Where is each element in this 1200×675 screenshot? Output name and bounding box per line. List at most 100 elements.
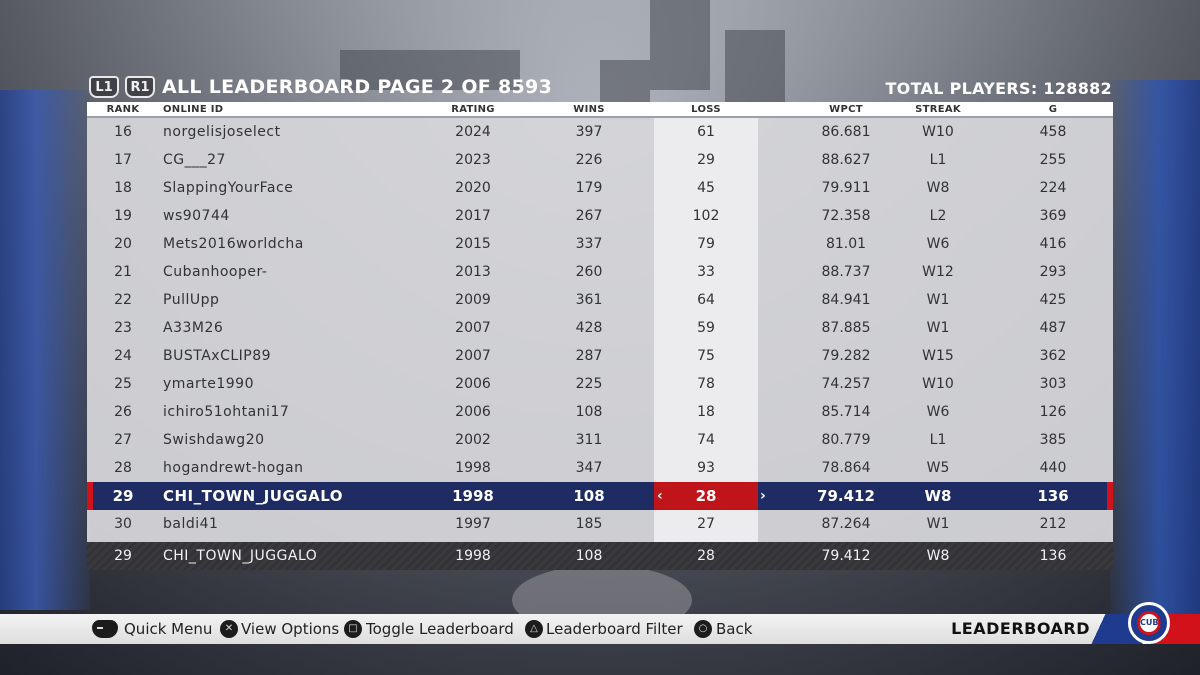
table-row[interactable]: 28 hogandrewt-hogan 1998 347 93 78.864 W5 440: [87, 454, 1113, 482]
cubs-logo-icon: CUBS: [1128, 602, 1170, 644]
cell-streak: W5: [926, 460, 950, 476]
table-row[interactable]: 17 CG___27 2023 226 29 88.627 L1 255: [87, 146, 1113, 174]
quick-menu-prompt[interactable]: Quick Menu: [124, 614, 212, 644]
cell-wins: 226: [575, 152, 603, 168]
cell-games: 425: [1039, 292, 1067, 308]
table-row[interactable]: 24 BUSTAxCLIP89 2007 287 75 79.282 W15 362: [87, 342, 1113, 370]
cell-streak: L2: [929, 208, 947, 224]
table-row[interactable]: 21 Cubanhooper- 2013 260 33 88.737 W12 293: [87, 258, 1113, 286]
cell-loss: 28: [695, 487, 717, 505]
cell-online-id: Swishdawg20: [163, 432, 265, 448]
column-header-streak: STREAK: [915, 104, 961, 115]
gamepad-icon: [92, 620, 118, 638]
cell-rating: 2020: [455, 180, 491, 196]
r1-button[interactable]: R1: [125, 76, 155, 98]
cell-streak: W1: [926, 516, 950, 532]
cell-online-id: norgelisjoselect: [163, 124, 281, 140]
table-row[interactable]: 19 ws90744 2017 267 102 72.358 L2 369: [87, 202, 1113, 230]
selected-table-row[interactable]: ‹ › 29 CHI_TOWN_JUGGALO 1998 108 28 79.412 W8 136: [87, 482, 1113, 510]
my-wins: 108: [575, 548, 603, 564]
table-row[interactable]: 18 SlappingYourFace 2020 179 45 79.911 W8 224: [87, 174, 1113, 202]
cell-rating: 2017: [455, 208, 491, 224]
cell-online-id: Cubanhooper-: [163, 264, 268, 280]
table-row[interactable]: 27 Swishdawg20 2002 311 74 80.779 L1 385: [87, 426, 1113, 454]
cell-games: 369: [1039, 208, 1067, 224]
table-row[interactable]: 23 A33M26 2007 428 59 87.885 W1 487: [87, 314, 1113, 342]
cell-wpct: 88.627: [821, 152, 871, 168]
cell-games: 136: [1037, 487, 1069, 505]
cell-wpct: 81.01: [825, 236, 867, 252]
screen-label: LEADERBOARD: [951, 619, 1090, 638]
cell-wpct: 74.257: [821, 376, 871, 392]
cell-streak: W10: [922, 376, 954, 392]
my-loss: 28: [697, 548, 715, 564]
cell-loss: 27: [697, 516, 715, 532]
cell-loss: 79: [697, 236, 715, 252]
cell-rating: 2007: [455, 320, 491, 336]
cell-rank: 28: [114, 460, 132, 476]
cell-rating: 2006: [455, 404, 491, 420]
my-games: 136: [1039, 548, 1067, 564]
cell-games: 224: [1039, 180, 1067, 196]
cell-streak: W6: [926, 236, 950, 252]
l1-button[interactable]: L1: [89, 76, 119, 98]
cell-games: 212: [1039, 516, 1067, 532]
my-rank-row: 29 CHI_TOWN_JUGGALO 1998 108 28 79.412 W…: [87, 542, 1113, 570]
my-streak: W8: [926, 548, 950, 564]
crowd-left: [0, 90, 90, 610]
table-row[interactable]: 30 baldi41 1997 185 27 87.264 W1 212: [87, 510, 1113, 538]
cell-rating: 1997: [455, 516, 491, 532]
table-row[interactable]: 26 ichiro51ohtani17 2006 108 18 85.714 W6 126: [87, 398, 1113, 426]
table-row[interactable]: 16 norgelisjoselect 2024 397 61 86.681 W10 458: [87, 118, 1113, 146]
cell-streak: L1: [929, 152, 947, 168]
cell-online-id: ws90744: [163, 208, 230, 224]
cell-rank: 29: [112, 487, 134, 505]
cell-online-id: A33M26: [163, 320, 224, 336]
cell-wpct: 79.412: [817, 487, 875, 505]
table-row[interactable]: 20 Mets2016worldcha 2015 337 79 81.01 W6 416: [87, 230, 1113, 258]
column-header-g: G: [1048, 104, 1058, 115]
cell-loss: 61: [697, 124, 715, 140]
cell-loss: 78: [697, 376, 715, 392]
cell-wins: 179: [575, 180, 603, 196]
cell-online-id: CG___27: [163, 152, 226, 168]
cell-streak: W8: [924, 487, 952, 505]
view-options-prompt[interactable]: View Options: [241, 614, 339, 644]
cell-wpct: 84.941: [821, 292, 871, 308]
cell-wins: 108: [573, 487, 605, 505]
cell-online-id: baldi41: [163, 516, 219, 532]
column-header-rank: RANK: [106, 104, 140, 115]
chevron-right-icon[interactable]: ›: [760, 482, 766, 510]
cell-wpct: 88.737: [821, 264, 871, 280]
total-players: TOTAL PLAYERS: 128882: [885, 79, 1112, 98]
button-prompt-bar: Quick Menu ✕ View Options □ Toggle Leade…: [0, 614, 1200, 644]
cell-streak: W6: [926, 404, 950, 420]
cell-rank: 17: [114, 152, 132, 168]
cell-wins: 361: [575, 292, 603, 308]
cell-rank: 20: [114, 236, 132, 252]
cell-loss: 102: [692, 208, 720, 224]
cell-online-id: ichiro51ohtani17: [163, 404, 290, 420]
cell-games: 126: [1039, 404, 1067, 420]
table-row[interactable]: 22 PullUpp 2009 361 64 84.941 W1 425: [87, 286, 1113, 314]
cell-rating: 2024: [455, 124, 491, 140]
chevron-left-icon[interactable]: ‹: [657, 482, 663, 510]
cell-loss: 64: [697, 292, 715, 308]
column-header-wins: WINS: [573, 104, 605, 115]
cell-rank: 19: [114, 208, 132, 224]
cell-rank: 23: [114, 320, 132, 336]
cell-loss: 75: [697, 348, 715, 364]
cell-streak: L1: [929, 432, 947, 448]
leaderboard-filter-prompt[interactable]: Leaderboard Filter: [546, 614, 683, 644]
toggle-leaderboard-prompt[interactable]: Toggle Leaderboard: [366, 614, 514, 644]
cell-wpct: 87.264: [821, 516, 871, 532]
cell-rank: 22: [114, 292, 132, 308]
table-row[interactable]: 25 ymarte1990 2006 225 78 74.257 W10 303: [87, 370, 1113, 398]
table-header: RANK ONLINE ID RATING WINS LOSS WPCT STR…: [87, 102, 1113, 118]
cell-online-id: CHI_TOWN_JUGGALO: [163, 487, 343, 505]
cell-rating: 1998: [452, 487, 494, 505]
cell-wpct: 79.911: [821, 180, 871, 196]
back-prompt[interactable]: Back: [716, 614, 752, 644]
cell-rating: 2015: [455, 236, 491, 252]
circle-button-icon: ○: [694, 620, 712, 638]
